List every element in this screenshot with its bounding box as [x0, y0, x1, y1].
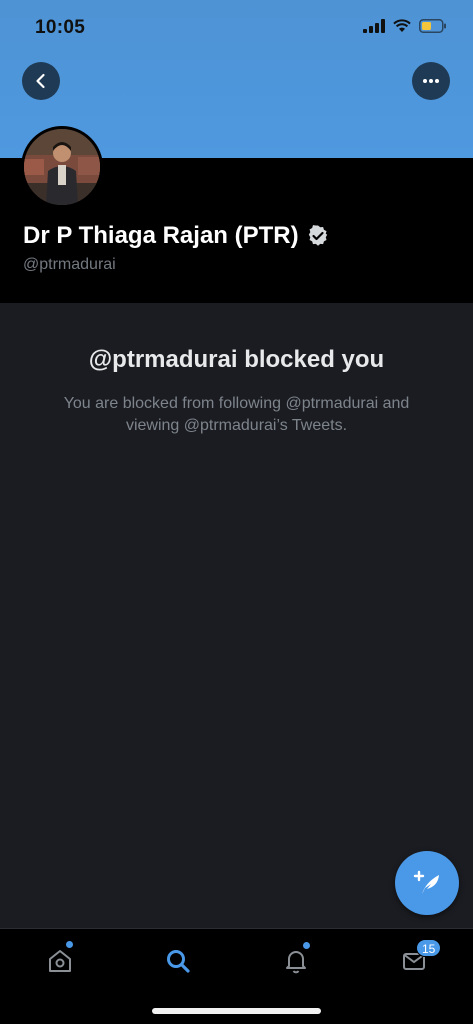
- compose-tweet-button[interactable]: [395, 851, 459, 915]
- bell-icon: [286, 951, 306, 974]
- home-notification-dot: [66, 941, 73, 948]
- search-icon: [167, 950, 190, 973]
- messages-badge: 15: [416, 939, 442, 957]
- verified-badge-icon: [308, 225, 327, 246]
- status-icons: [363, 19, 447, 33]
- status-bar: 10:05: [0, 0, 473, 54]
- blocked-title: @ptrmadurai blocked you: [88, 346, 385, 373]
- status-time: 10:05: [35, 17, 86, 38]
- tab-search[interactable]: [158, 941, 198, 981]
- profile-name-row: Dr P Thiaga Rajan (PTR): [23, 222, 329, 250]
- wifi-icon: [393, 19, 411, 32]
- profile-handle: @ptrmadurai: [23, 256, 116, 273]
- home-icon: [49, 950, 71, 972]
- home-indicator: [152, 1008, 321, 1014]
- display-name: Dr P Thiaga Rajan (PTR): [23, 222, 299, 249]
- blocked-message: You are blocked from following @ptrmadur…: [63, 395, 410, 434]
- ellipsis-icon: [423, 79, 439, 83]
- tab-notifications[interactable]: [276, 941, 316, 981]
- compose-feather-icon: [413, 870, 439, 894]
- signal-icon: [363, 19, 385, 33]
- tab-home[interactable]: [40, 941, 80, 981]
- more-options-button[interactable]: [412, 62, 450, 100]
- notifications-dot: [303, 942, 310, 949]
- avatar[interactable]: [21, 126, 103, 208]
- chevron-left-icon: [36, 73, 45, 89]
- tab-messages[interactable]: 15: [394, 939, 442, 981]
- battery-icon: [419, 19, 446, 33]
- back-button[interactable]: [22, 62, 60, 100]
- avatar-photo: [24, 129, 100, 205]
